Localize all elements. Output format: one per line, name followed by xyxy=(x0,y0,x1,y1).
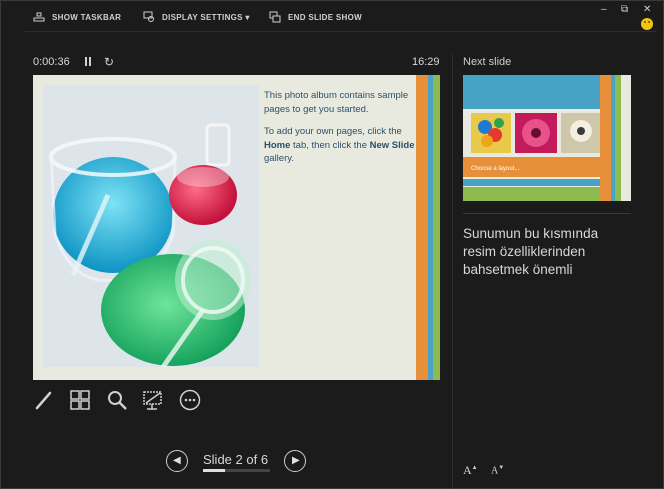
more-options-icon[interactable] xyxy=(179,389,201,411)
next-slide-button[interactable]: ▶ xyxy=(284,450,306,472)
pause-timer-icon[interactable] xyxy=(84,57,93,67)
zoom-icon[interactable] xyxy=(106,389,128,411)
speaker-notes: Sunumun bu kısmında resim özelliklerinde… xyxy=(463,226,599,277)
slide-counter: Slide 2 of 6 xyxy=(203,452,269,467)
close-button[interactable]: ✕ xyxy=(643,4,651,15)
lab-glassware-photo xyxy=(43,85,259,367)
slide-progress-fill xyxy=(203,469,226,472)
next-slide-label: Next slide xyxy=(463,56,512,68)
feedback-smiley-icon[interactable] xyxy=(641,18,653,30)
top-toolbar: SHOW TASKBAR DISPLAY SETTINGS ▾ END SLID… xyxy=(1,1,663,31)
previous-slide-button[interactable]: ◀ xyxy=(166,450,188,472)
black-screen-icon[interactable] xyxy=(142,389,164,411)
panel-divider xyxy=(452,53,453,489)
slide-paragraph-2: To add your own pages, click the Home ta… xyxy=(264,126,415,164)
see-all-slides-icon[interactable] xyxy=(69,389,91,411)
presenter-view-window: SHOW TASKBAR DISPLAY SETTINGS ▾ END SLID… xyxy=(0,0,664,489)
restore-button[interactable]: ⧉ xyxy=(621,4,628,15)
slide-stripe-green xyxy=(433,75,440,380)
display-settings-button[interactable]: DISPLAY SETTINGS ▾ xyxy=(143,9,250,25)
toolbar-divider xyxy=(25,31,657,32)
current-slide[interactable]: This photo album contains sample pages t… xyxy=(33,75,440,380)
end-show-icon xyxy=(269,11,281,23)
taskbar-icon xyxy=(33,12,45,22)
next-arrow-icon: ▶ xyxy=(292,455,300,466)
show-taskbar-label: SHOW TASKBAR xyxy=(52,12,122,22)
increase-font-button[interactable]: A▲ xyxy=(463,463,478,478)
notes-divider xyxy=(463,213,631,214)
previous-arrow-icon: ◀ xyxy=(173,455,181,466)
show-taskbar-button[interactable]: SHOW TASKBAR xyxy=(33,9,121,25)
next-slide-thumbnail[interactable]: Choose a layout... xyxy=(463,75,631,201)
slide-body-text: This photo album contains sample pages t… xyxy=(264,89,426,175)
pen-tool-icon[interactable] xyxy=(33,389,55,411)
display-settings-label: DISPLAY SETTINGS ▾ xyxy=(162,12,250,22)
current-time: 16:29 xyxy=(412,56,440,68)
slide-progress-bar xyxy=(203,469,270,472)
minimize-button[interactable]: – xyxy=(601,4,607,15)
elapsed-timer: 0:00:36 xyxy=(33,56,70,68)
slide-stripe-orange xyxy=(416,75,428,380)
restart-timer-icon[interactable]: ↻ xyxy=(104,55,114,69)
end-slide-show-label: END SLIDE SHOW xyxy=(288,12,362,22)
end-slide-show-button[interactable]: END SLIDE SHOW xyxy=(269,9,362,25)
next-slide-caption: Choose a layout... xyxy=(471,166,520,172)
slide-paragraph-1: This photo album contains sample pages t… xyxy=(264,90,409,115)
display-settings-icon xyxy=(143,11,154,22)
decrease-font-button[interactable]: A▼ xyxy=(491,465,504,476)
